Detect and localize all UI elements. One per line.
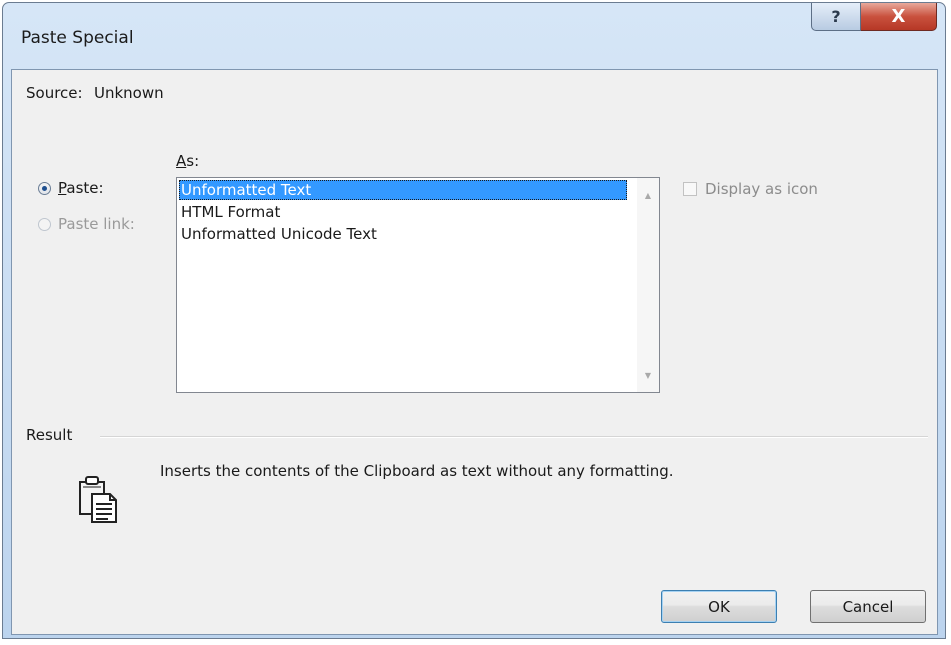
list-item-html-format[interactable]: HTML Format — [179, 202, 280, 222]
close-button[interactable]: X — [861, 3, 937, 31]
clipboard-icon — [79, 476, 117, 523]
cancel-button[interactable]: Cancel — [810, 590, 926, 623]
scroll-down-button[interactable]: ▼ — [637, 364, 659, 386]
list-item-unformatted-unicode-text[interactable]: Unformatted Unicode Text — [179, 224, 377, 244]
listbox-scrollbar[interactable]: ▲ ▼ — [637, 178, 659, 392]
display-as-icon-label: Display as icon — [705, 180, 818, 198]
as-label-text: s: — [186, 152, 200, 170]
source-value: Unknown — [94, 84, 164, 102]
dialog-title: Paste Special — [21, 28, 134, 48]
paste-radio-label-text: aste: — [66, 179, 104, 197]
as-label-accelerator: A — [176, 152, 187, 170]
dialog-body: Source: Unknown As: Paste: Paste link: U… — [11, 69, 938, 635]
paste-radio-label: Paste: — [58, 179, 104, 197]
help-icon: ? — [831, 7, 841, 26]
as-listbox[interactable]: Unformatted Text HTML Format Unformatted… — [176, 177, 660, 393]
paste-link-radio[interactable]: Paste link: — [38, 215, 135, 233]
display-as-icon-box[interactable] — [683, 182, 697, 196]
arrow-up-icon: ▲ — [644, 190, 652, 200]
paste-special-dialog: Paste Special ? X Source: Unknown As: Pa… — [2, 2, 946, 639]
result-divider — [100, 436, 928, 438]
close-icon: X — [891, 6, 906, 27]
arrow-down-icon: ▼ — [644, 370, 652, 380]
title-bar: Paste Special ? X — [3, 3, 945, 69]
result-description: Inserts the contents of the Clipboard as… — [160, 462, 674, 480]
source-label: Source: — [26, 84, 83, 102]
result-label: Result — [26, 426, 73, 444]
as-label: As: — [176, 152, 199, 170]
caption-buttons: ? X — [811, 3, 937, 31]
list-item-unformatted-text[interactable]: Unformatted Text — [179, 180, 627, 200]
paste-radio[interactable]: Paste: — [38, 179, 104, 197]
scroll-up-button[interactable]: ▲ — [637, 184, 659, 206]
display-as-icon-checkbox[interactable]: Display as icon — [683, 180, 818, 198]
help-button[interactable]: ? — [811, 3, 861, 31]
paste-link-radio-button[interactable] — [38, 217, 51, 231]
paste-radio-button[interactable] — [38, 181, 51, 195]
paste-link-radio-label: Paste link: — [58, 215, 135, 233]
ok-button[interactable]: OK — [661, 590, 777, 623]
